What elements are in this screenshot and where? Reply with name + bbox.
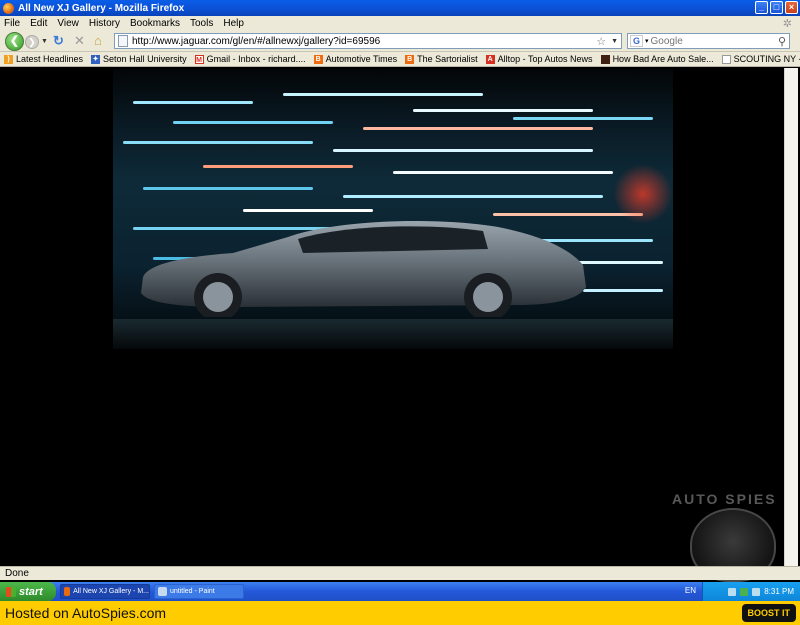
address-bar[interactable]: http://www.jaguar.com/gl/en/#/allnewxj/g…: [114, 33, 622, 49]
window-title-bar: All New XJ Gallery - Mozilla Firefox _ □…: [0, 0, 800, 16]
stop-icon[interactable]: ✕: [74, 34, 85, 48]
car-image: [141, 221, 586, 317]
taskbar-item-firefox[interactable]: All New XJ Gallery - M...: [60, 584, 150, 599]
maximize-button[interactable]: □: [770, 1, 783, 14]
tray-network-icon[interactable]: [728, 587, 737, 596]
search-icon[interactable]: ⚲: [778, 35, 786, 48]
start-button[interactable]: start: [0, 582, 56, 601]
clock[interactable]: 8:31 PM: [764, 587, 794, 596]
rss-icon: ): [4, 54, 13, 64]
bookmark-item[interactable]: SCOUTING NY - www.s...: [721, 54, 800, 64]
navigation-toolbar: ❮ ❯ ▼ ↻ ✕ ⌂ http://www.jaguar.com/gl/en/…: [0, 30, 800, 52]
url-text[interactable]: http://www.jaguar.com/gl/en/#/allnewxj/g…: [132, 36, 596, 47]
paint-icon: [158, 587, 167, 596]
search-bar[interactable]: G ▾ ⚲: [627, 33, 790, 49]
home-icon[interactable]: ⌂: [94, 34, 102, 48]
menu-file[interactable]: File: [4, 18, 20, 29]
url-dropdown-icon[interactable]: ▼: [611, 38, 618, 45]
reload-icon[interactable]: ↻: [53, 34, 64, 48]
windows-taskbar: start All New XJ Gallery - M... untitled…: [0, 582, 800, 601]
vertical-scrollbar[interactable]: [784, 68, 798, 566]
menu-history[interactable]: History: [89, 18, 120, 29]
bookmark-item[interactable]: M Gmail - Inbox - richard....: [194, 54, 306, 64]
history-dropdown-icon[interactable]: ▼: [41, 38, 48, 45]
tray-security-icon[interactable]: [740, 587, 749, 596]
search-input[interactable]: [650, 35, 778, 47]
blogger-icon: B: [313, 54, 323, 64]
bookmarks-toolbar: ) Latest Headlines ✦ Seton Hall University…: [0, 52, 800, 67]
menu-bookmarks[interactable]: Bookmarks: [130, 18, 180, 29]
system-tray: 8:31 PM: [702, 582, 800, 601]
gmail-icon: M: [194, 54, 204, 64]
page-icon: [600, 54, 610, 64]
tray-volume-icon[interactable]: [752, 587, 761, 596]
bookmark-item[interactable]: How Bad Are Auto Sale...: [600, 54, 714, 64]
search-engine-dropdown-icon[interactable]: ▾: [645, 37, 649, 45]
window-title: All New XJ Gallery - Mozilla Firefox: [18, 2, 185, 14]
windows-flag-icon: [6, 586, 16, 597]
bookmark-item[interactable]: ✦ Seton Hall University: [91, 54, 187, 64]
menu-view[interactable]: View: [57, 18, 79, 29]
bookmark-item[interactable]: A Alltop - Top Autos News: [485, 54, 593, 64]
firefox-icon: [3, 2, 14, 14]
hosted-footer: Hosted on AutoSpies.com BOOST IT: [0, 601, 800, 625]
menu-bar: File Edit View History Bookmarks Tools H…: [0, 16, 800, 30]
taskbar-item-paint[interactable]: untitled - Paint: [154, 584, 244, 599]
page-icon: [118, 35, 128, 47]
boost-it-button[interactable]: BOOST IT: [741, 604, 796, 622]
bookmark-item[interactable]: ) Latest Headlines: [4, 54, 83, 64]
throbber-icon: ✲: [782, 18, 792, 30]
alltop-icon: A: [485, 54, 495, 64]
back-button[interactable]: ❮: [5, 32, 24, 51]
forward-button[interactable]: ❯: [25, 35, 39, 49]
status-bar: Done: [0, 566, 800, 580]
firefox-icon: [64, 587, 71, 596]
gallery-image[interactable]: [113, 69, 673, 349]
university-icon: ✦: [91, 54, 101, 64]
page-content: [3, 68, 784, 566]
minimize-button[interactable]: _: [755, 1, 768, 14]
blogger-icon: B: [405, 54, 415, 64]
window-controls: _ □ ×: [755, 1, 798, 14]
language-indicator[interactable]: EN: [685, 586, 696, 595]
footer-text: Hosted on AutoSpies.com: [5, 605, 167, 621]
google-icon[interactable]: G: [630, 35, 643, 47]
close-button[interactable]: ×: [785, 1, 798, 14]
menu-help[interactable]: Help: [223, 18, 244, 29]
bookmark-item[interactable]: B Automotive Times: [313, 54, 397, 64]
page-icon: [721, 54, 731, 64]
menu-edit[interactable]: Edit: [30, 18, 47, 29]
menu-tools[interactable]: Tools: [190, 18, 213, 29]
bookmark-star-icon[interactable]: ☆: [596, 35, 606, 48]
bookmark-item[interactable]: B The Sartorialist: [405, 54, 478, 64]
watermark-text: AUTO SPIES: [672, 491, 777, 507]
